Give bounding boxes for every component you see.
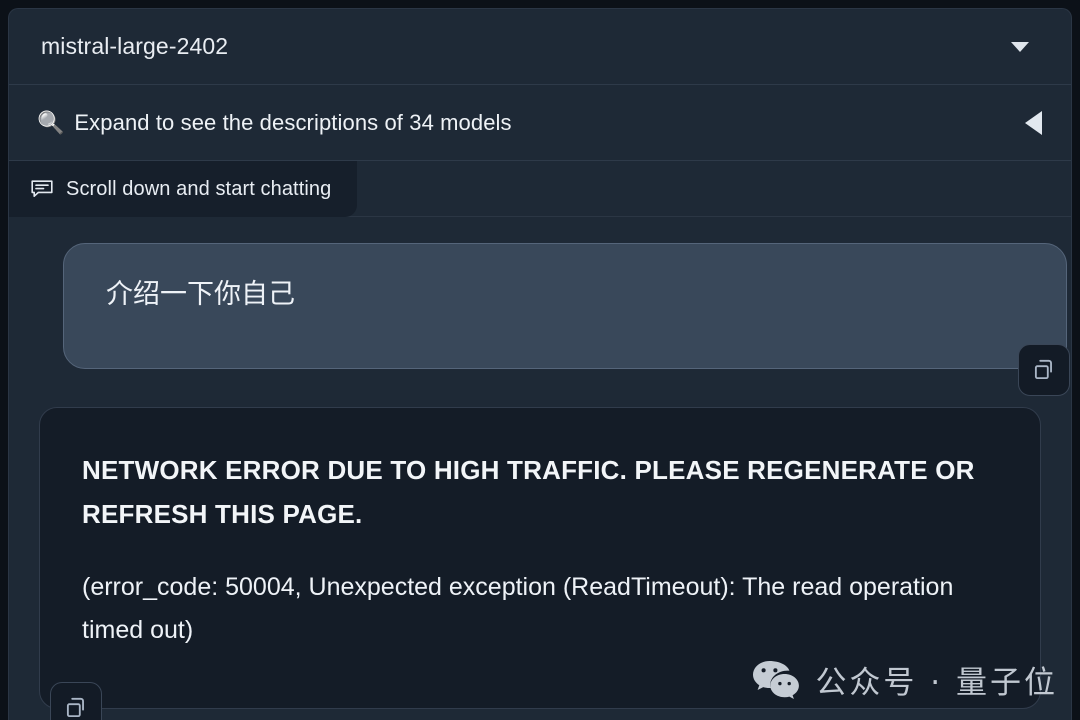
message-user: 介绍一下你自己	[63, 243, 1070, 396]
tab-strip: Scroll down and start chatting	[9, 161, 1071, 217]
chevron-down-icon[interactable]	[1011, 41, 1029, 52]
copy-assistant-message-button[interactable]	[50, 682, 102, 720]
model-selector[interactable]: mistral-large-2402	[9, 9, 1071, 85]
expand-models-label: Expand to see the descriptions of 34 mod…	[74, 109, 512, 135]
copy-icon	[1031, 357, 1057, 383]
expand-models-accordion[interactable]: 🔍 Expand to see the descriptions of 34 m…	[9, 85, 1071, 161]
user-message-text: 介绍一下你自己	[106, 279, 295, 309]
error-heading: NETWORK ERROR DUE TO HIGH TRAFFIC. PLEAS…	[82, 455, 975, 530]
tab-label: Scroll down and start chatting	[66, 177, 332, 200]
copy-icon	[63, 695, 89, 720]
error-detail: (error_code: 50004, Unexpected exception…	[82, 573, 954, 645]
tab-scroll-down-and-start-chatting[interactable]: Scroll down and start chatting	[9, 161, 358, 217]
magnifier-icon: 🔍	[37, 109, 65, 135]
conversation-area: 介绍一下你自己 NETWORK ERROR DUE TO HIGH TRAFFI…	[9, 217, 1071, 720]
selected-model-label: mistral-large-2402	[41, 33, 229, 59]
copy-user-message-button[interactable]	[1018, 344, 1070, 396]
assistant-message-bubble: NETWORK ERROR DUE TO HIGH TRAFFIC. PLEAS…	[39, 407, 1041, 720]
message-assistant: NETWORK ERROR DUE TO HIGH TRAFFIC. PLEAS…	[39, 407, 1041, 720]
triangle-left-icon[interactable]	[1025, 110, 1042, 135]
app-panel: mistral-large-2402 🔍 Expand to see the d…	[8, 8, 1072, 720]
chat-bubble-icon	[30, 178, 54, 200]
user-message-bubble: 介绍一下你自己	[63, 243, 1070, 396]
